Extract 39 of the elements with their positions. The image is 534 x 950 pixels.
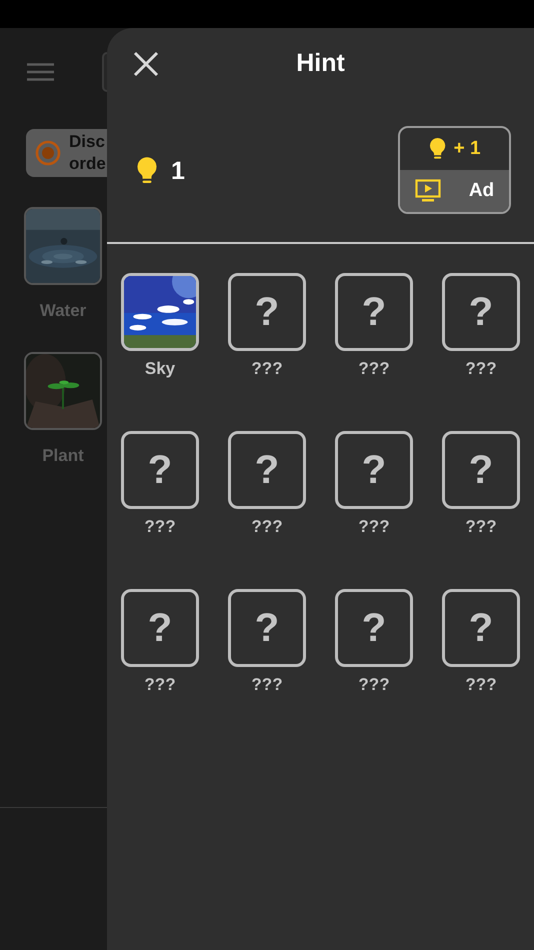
tile-label: ??? bbox=[465, 517, 497, 537]
locked-tile[interactable]: ? bbox=[335, 273, 413, 351]
locked-tile[interactable]: ? bbox=[121, 431, 199, 509]
badge-text: orde bbox=[69, 153, 106, 175]
watch-ad-button[interactable]: + 1 Ad bbox=[398, 126, 511, 214]
locked-tile[interactable]: ? bbox=[442, 589, 520, 667]
tile-label: ??? bbox=[358, 517, 390, 537]
item-label: Water bbox=[40, 301, 86, 321]
tile-label: Sky bbox=[144, 359, 176, 379]
locked-tile[interactable]: ? bbox=[121, 589, 199, 667]
locked-tile[interactable]: ? bbox=[228, 431, 306, 509]
close-button[interactable] bbox=[133, 51, 159, 77]
locked-tile[interactable]: ? bbox=[228, 273, 306, 351]
reward-label: + 1 bbox=[454, 138, 481, 160]
item-label: Plant bbox=[42, 446, 84, 466]
tile-label: ??? bbox=[144, 517, 176, 537]
record-icon bbox=[35, 140, 61, 166]
locked-tile[interactable]: ? bbox=[442, 431, 520, 509]
tv-play-icon bbox=[414, 179, 441, 203]
tile-label: ??? bbox=[465, 359, 497, 379]
sky-tile[interactable] bbox=[121, 273, 199, 351]
locked-tile[interactable]: ? bbox=[335, 589, 413, 667]
badge-text: Disc bbox=[69, 131, 106, 153]
locked-tile[interactable]: ? bbox=[228, 589, 306, 667]
menu-icon[interactable] bbox=[27, 63, 54, 81]
ad-label: Ad bbox=[468, 180, 494, 202]
tile-label: ??? bbox=[251, 517, 283, 537]
locked-tile[interactable]: ? bbox=[335, 431, 413, 509]
tile-label: ??? bbox=[251, 359, 283, 379]
bulb-icon bbox=[135, 156, 159, 186]
tile-label: ??? bbox=[358, 675, 390, 695]
tile-label: ??? bbox=[251, 675, 283, 695]
tile-label: ??? bbox=[358, 359, 390, 379]
tile-label: ??? bbox=[144, 675, 176, 695]
hint-count: 1 bbox=[171, 156, 185, 186]
locked-tile[interactable]: ? bbox=[442, 273, 520, 351]
tile-label: ??? bbox=[465, 675, 497, 695]
panel-title: Hint bbox=[296, 48, 345, 78]
bulb-icon bbox=[428, 137, 448, 161]
